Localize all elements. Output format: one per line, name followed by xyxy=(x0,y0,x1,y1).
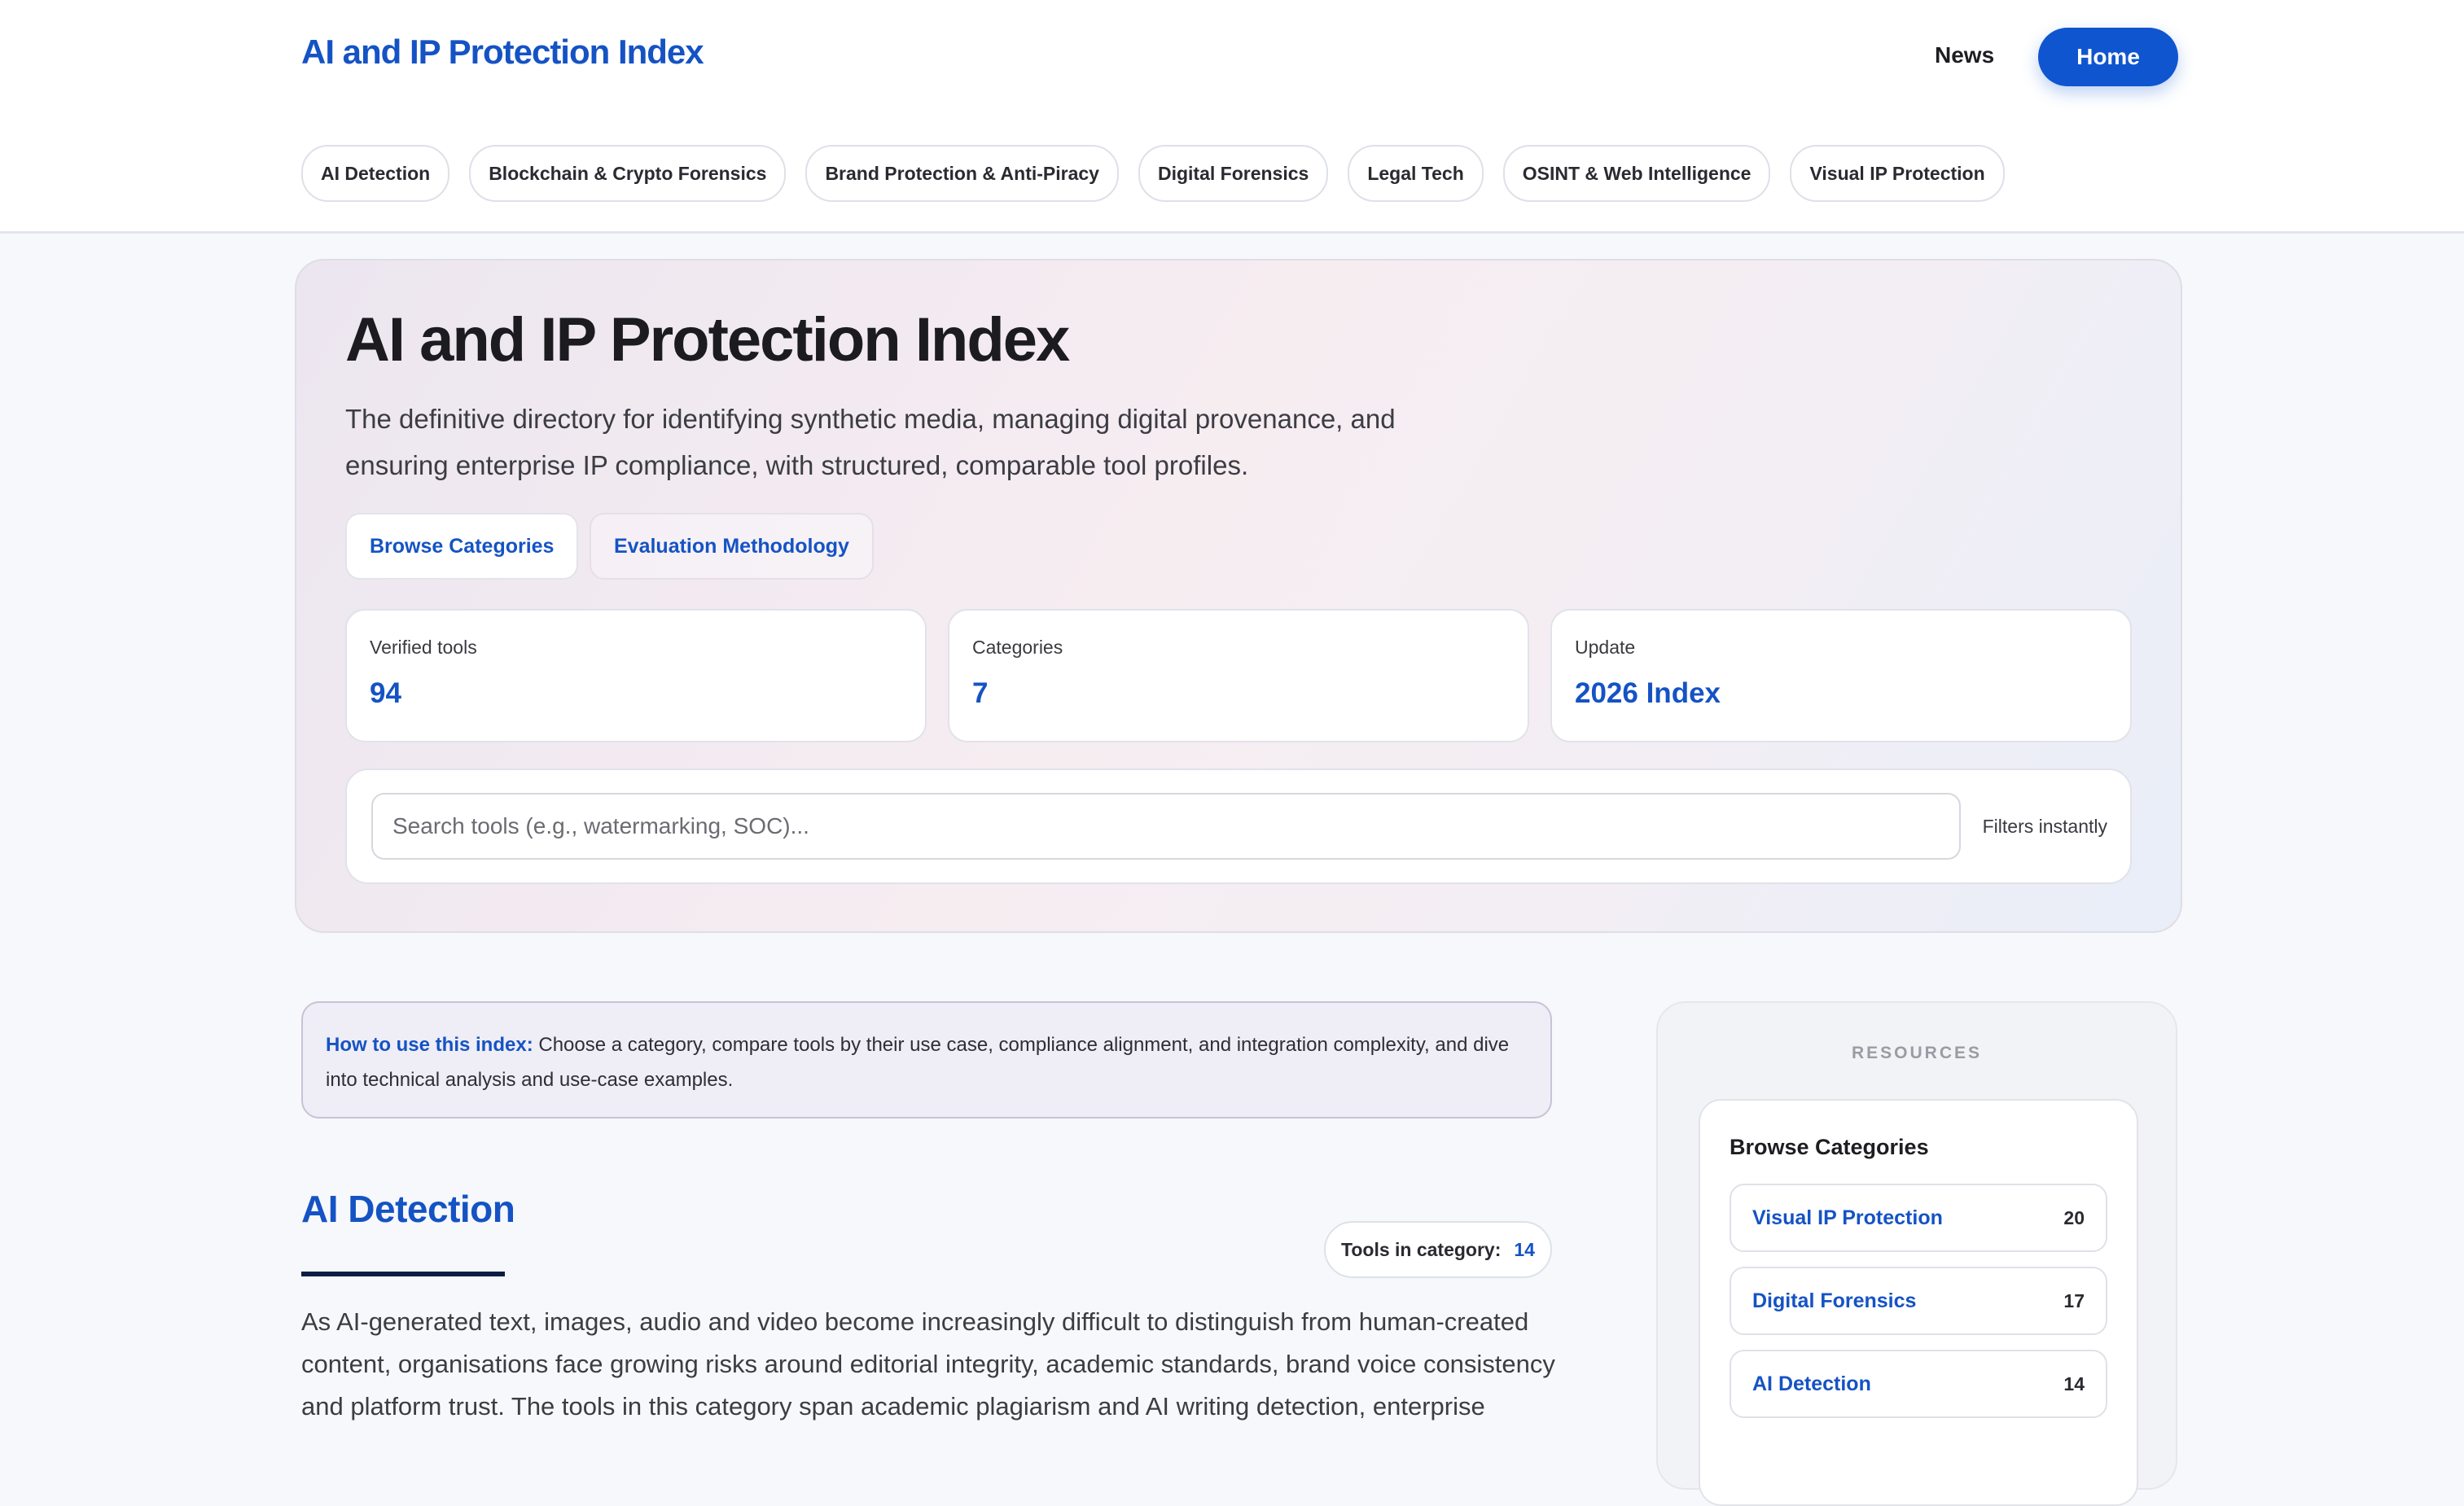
stat-card-categories: Categories 7 xyxy=(948,609,1529,742)
category-chip-bar: AI Detection Blockchain & Crypto Forensi… xyxy=(301,145,2005,202)
chip-legal-tech[interactable]: Legal Tech xyxy=(1348,145,1484,202)
sidebar-category-digital-forensics[interactable]: Digital Forensics 17 xyxy=(1730,1267,2107,1335)
chip-digital-forensics[interactable]: Digital Forensics xyxy=(1138,145,1329,202)
sidebar-heading: RESOURCES xyxy=(1851,1044,1983,1062)
stat-value: 2026 Index xyxy=(1575,677,1721,709)
hero-title: AI and IP Protection Index xyxy=(345,305,1070,374)
section-title: AI Detection xyxy=(301,1188,515,1230)
resources-sidebar: RESOURCES Browse Categories Visual IP Pr… xyxy=(1656,1001,2177,1506)
tools-in-category-badge: Tools in category: 14 xyxy=(1324,1221,1552,1278)
notice-lead: How to use this index: xyxy=(326,1034,533,1056)
category-count: 14 xyxy=(2063,1372,2085,1394)
category-name: Visual IP Protection xyxy=(1752,1206,1943,1229)
search-card: Filters instantly xyxy=(345,768,2132,884)
evaluation-methodology-button[interactable]: Evaluation Methodology xyxy=(590,513,874,580)
nav-news-link[interactable]: News xyxy=(1935,42,1994,68)
browse-categories-button[interactable]: Browse Categories xyxy=(345,513,579,580)
search-input[interactable] xyxy=(371,793,1961,860)
section-body: As AI-generated text, images, audio and … xyxy=(301,1307,1555,1421)
tools-count-value: 14 xyxy=(1514,1238,1535,1260)
browse-categories-title: Browse Categories xyxy=(1730,1135,1929,1159)
category-count: 17 xyxy=(2063,1289,2085,1311)
how-to-use-notice: How to use this index: Choose a category… xyxy=(301,1001,1552,1119)
chip-blockchain-crypto-forensics[interactable]: Blockchain & Crypto Forensics xyxy=(469,145,787,202)
browse-categories-card: Browse Categories Visual IP Protection 2… xyxy=(1699,1099,2138,1506)
search-hint: Filters instantly xyxy=(1982,816,2107,837)
chip-osint[interactable]: OSINT & Web Intelligence xyxy=(1502,145,1771,202)
sidebar-category-ai-detection[interactable]: AI Detection 14 xyxy=(1730,1350,2107,1418)
tools-count-label: Tools in category: xyxy=(1341,1238,1502,1260)
hero-description: The definitive directory for identifying… xyxy=(345,404,1396,480)
category-count: 20 xyxy=(2063,1206,2085,1228)
chip-brand-protection[interactable]: Brand Protection & Anti-Piracy xyxy=(805,145,1119,202)
chip-visual-ip-protection[interactable]: Visual IP Protection xyxy=(1790,145,2005,202)
stat-label: Update xyxy=(1575,637,1636,658)
stat-label: Categories xyxy=(972,637,1063,658)
category-name: Digital Forensics xyxy=(1752,1289,1917,1312)
stat-value: 94 xyxy=(370,677,401,709)
stat-card-verified-tools: Verified tools 94 xyxy=(345,609,927,742)
chip-ai-detection[interactable]: AI Detection xyxy=(301,145,450,202)
stat-card-update: Update 2026 Index xyxy=(1550,609,2132,742)
site-logo-link[interactable]: AI and IP Protection Index xyxy=(301,33,704,72)
nav-home-button[interactable]: Home xyxy=(2038,28,2178,86)
stat-value: 7 xyxy=(972,677,989,709)
site-header: AI and IP Protection Index News Home AI … xyxy=(0,0,2464,234)
section-title-underline xyxy=(301,1272,505,1276)
sidebar-category-visual-ip-protection[interactable]: Visual IP Protection 20 xyxy=(1730,1184,2107,1252)
category-name: AI Detection xyxy=(1752,1372,1871,1395)
stat-label: Verified tools xyxy=(370,637,477,658)
